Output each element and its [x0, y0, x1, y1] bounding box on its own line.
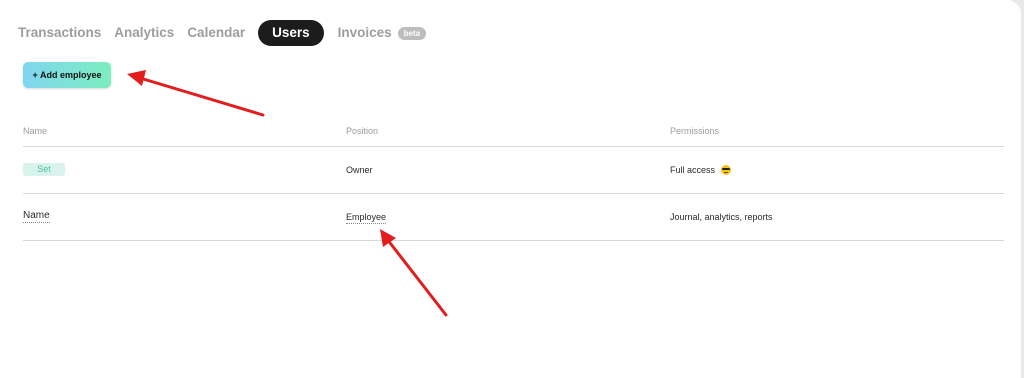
users-panel: Transactions Analytics Calendar Users In…: [0, 0, 1021, 378]
red-arrow-icon: [380, 229, 448, 317]
table-row: Name Employee Journal, analytics, report…: [23, 194, 1004, 241]
tab-calendar[interactable]: Calendar: [187, 20, 245, 46]
tab-invoices-label: Invoices: [337, 25, 392, 40]
employee-position-field[interactable]: Employee: [346, 212, 387, 224]
employee-name-field[interactable]: Name: [23, 210, 50, 223]
position-cell: Owner: [346, 165, 373, 175]
users-table: Name Position Permissions Set Owner Full…: [23, 118, 1004, 241]
beta-badge: beta: [397, 26, 427, 40]
tab-transactions[interactable]: Transactions: [18, 20, 101, 46]
table-row: Set Owner Full access: [23, 147, 1004, 194]
tab-users[interactable]: Users: [258, 20, 324, 46]
permissions-cell: Journal, analytics, reports: [670, 212, 773, 222]
tab-analytics[interactable]: Analytics: [114, 20, 174, 46]
add-employee-button[interactable]: + Add employee: [23, 62, 111, 88]
sunglasses-emoji-icon: [720, 165, 731, 175]
tab-invoices[interactable]: Invoices beta: [337, 20, 427, 46]
column-header-position: Position: [346, 126, 379, 136]
red-arrow-icon: [127, 70, 265, 117]
table-header: Name Position Permissions: [23, 118, 1004, 147]
permissions-cell: Full access: [670, 165, 731, 175]
column-header-name: Name: [23, 126, 48, 136]
owner-name-chip[interactable]: Set: [23, 163, 65, 176]
column-header-permissions: Permissions: [670, 126, 720, 136]
tab-bar: Transactions Analytics Calendar Users In…: [18, 20, 439, 46]
permissions-text: Full access: [670, 165, 716, 175]
